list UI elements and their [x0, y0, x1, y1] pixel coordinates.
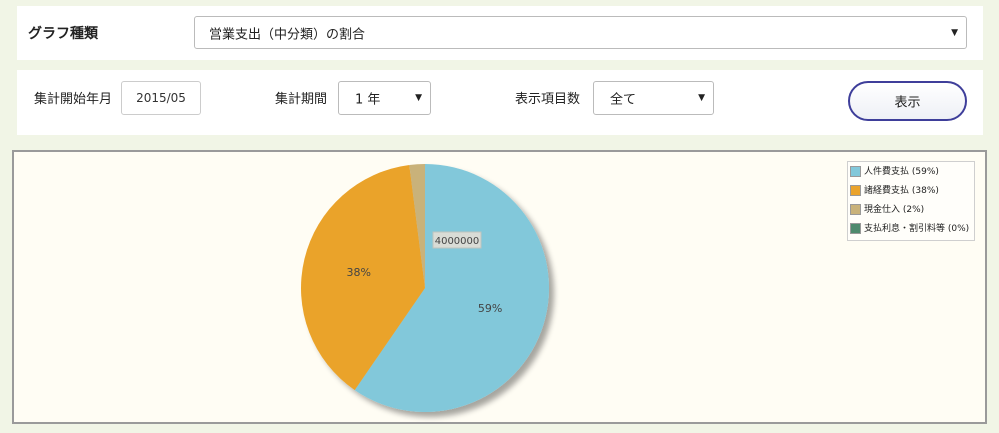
chevron-down-icon: ▼: [415, 93, 422, 103]
legend-label: 支払利息・割引料等 (0%): [864, 224, 970, 234]
period-value: 1 年: [355, 92, 381, 108]
chevron-down-icon: ▼: [698, 93, 705, 103]
period-select[interactable]: 1 年 ▼: [338, 81, 431, 115]
legend-swatch: [850, 223, 861, 234]
show-button-label: 表示: [894, 95, 921, 111]
pie-chart: 59% 38% 4000000: [301, 164, 549, 412]
graph-type-select[interactable]: 営業支出（中分類）の割合 ▼: [194, 16, 967, 49]
slice-label: 38%: [346, 266, 370, 279]
start-month-value: 2015/05: [136, 91, 186, 105]
items-count-select[interactable]: 全て ▼: [593, 81, 714, 115]
graph-type-label: グラフ種類: [28, 26, 98, 42]
show-button[interactable]: 表示: [848, 81, 967, 121]
center-label: 4000000: [435, 236, 480, 247]
start-month-input[interactable]: 2015/05: [121, 81, 201, 115]
legend-label: 人件費支払 (59%): [864, 167, 939, 177]
legend-swatch: [850, 166, 861, 177]
items-count-value: 全て: [610, 92, 637, 108]
legend-label: 諸経費支払 (38%): [864, 186, 939, 196]
aggregation-panel: 集計開始年月 2015/05 集計期間 1 年 ▼ 表示項目数 全て ▼ 表示: [17, 70, 983, 135]
graph-type-panel: グラフ種類 営業支出（中分類）の割合 ▼: [17, 6, 983, 60]
slice-label: 59%: [478, 302, 502, 315]
graph-type-value: 営業支出（中分類）の割合: [209, 27, 366, 42]
legend-swatch: [850, 185, 861, 196]
chart-area: 59% 38% 4000000 人件費支払 (59%) 諸経費支払 (38%) 現金…: [12, 150, 987, 424]
chart-legend: 人件費支払 (59%) 諸経費支払 (38%) 現金仕入 (2%) 支払利息・割…: [847, 161, 975, 241]
legend-swatch: [850, 204, 861, 215]
chevron-down-icon: ▼: [951, 27, 958, 38]
period-label: 集計期間: [275, 92, 328, 107]
legend-label: 現金仕入 (2%): [864, 205, 925, 215]
start-month-label: 集計開始年月: [34, 92, 113, 107]
items-count-label: 表示項目数: [515, 92, 581, 107]
